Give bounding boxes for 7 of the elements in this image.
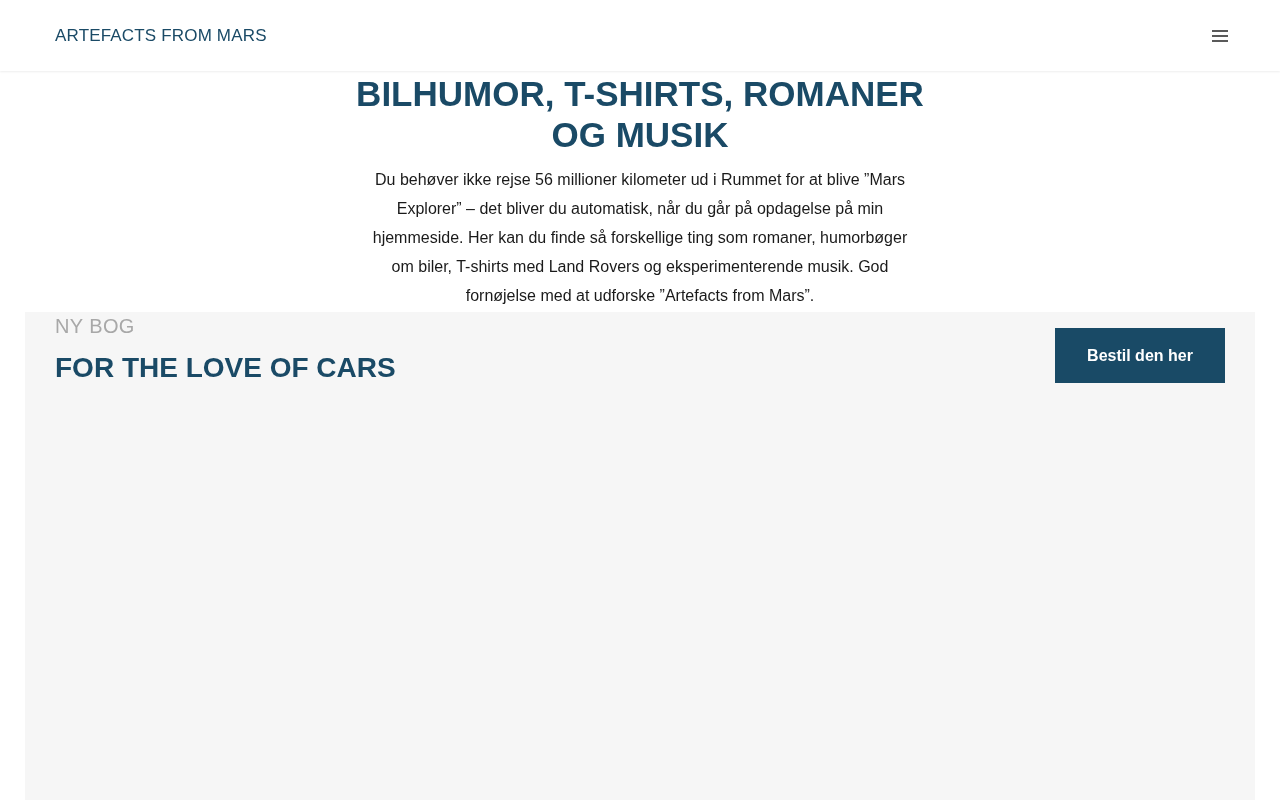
hero-heading: BILHUMOR, T-SHIRTS, ROMANER OG MUSIK bbox=[355, 73, 925, 155]
site-logo[interactable]: ARTEFACTS FROM MARS bbox=[55, 27, 267, 44]
menu-icon bbox=[1212, 29, 1228, 42]
order-button[interactable]: Bestil den her bbox=[1055, 328, 1225, 383]
section-label: NY BOG bbox=[55, 314, 136, 338]
book-title: FOR THE LOVE OF CARS bbox=[55, 352, 396, 384]
intro-paragraph: Du behøver ikke rejse 56 millioner kilometer ud i Rummet for at blive ”Mars Explorer” – det bliver du automatisk, når du går på opdagelse på min hjemmeside. Her kan du finde så forskellige ting som romaner, humorbøger om biler, T-shirts med Land Rovers og eksperimenterende musik. God fornøjelse med at udforske ”Artefacts from Mars”. bbox=[371, 170, 909, 306]
